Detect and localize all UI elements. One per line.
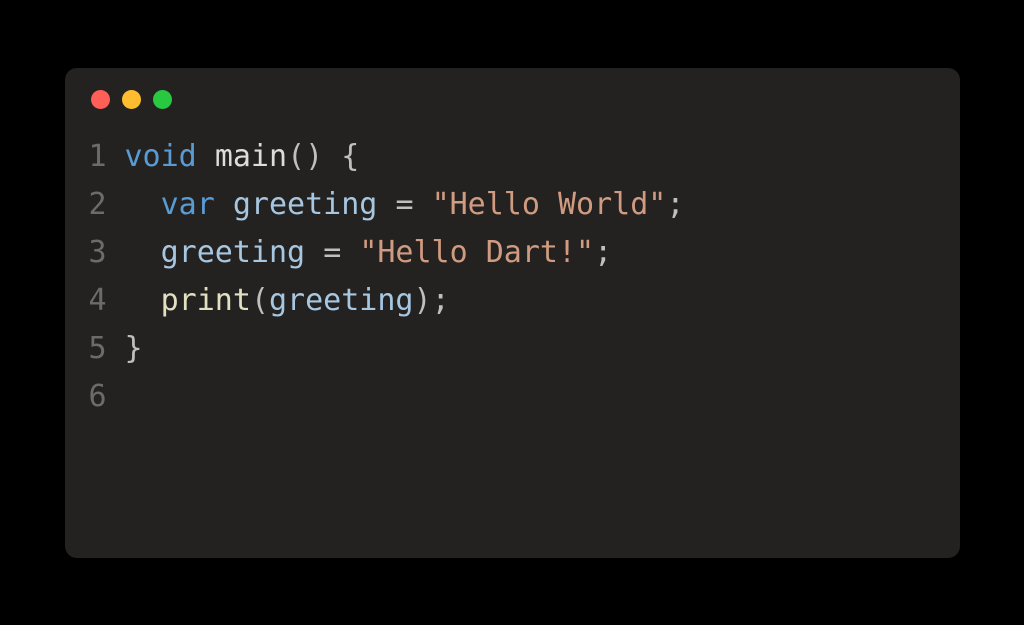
- minimize-icon[interactable]: [122, 90, 141, 109]
- line-content: var greeting = "Hello World";: [125, 181, 960, 229]
- indent: [125, 235, 161, 270]
- identifier-greeting: greeting: [233, 187, 378, 222]
- brace-close: }: [125, 331, 143, 366]
- code-line: 2 var greeting = "Hello World";: [65, 181, 960, 229]
- line-number: 3: [65, 229, 125, 277]
- code-editor-window: 1 void main() { 2 var greeting = "Hello …: [65, 68, 960, 558]
- code-line: 6: [65, 373, 960, 421]
- line-content: void main() {: [125, 133, 960, 181]
- line-number: 2: [65, 181, 125, 229]
- equals: =: [395, 187, 413, 222]
- keyword-void: void: [125, 139, 197, 174]
- line-content: }: [125, 325, 960, 373]
- semicolon: ;: [432, 283, 450, 318]
- code-line: 1 void main() {: [65, 133, 960, 181]
- space: [414, 187, 432, 222]
- space: [305, 235, 323, 270]
- equals: =: [323, 235, 341, 270]
- code-area[interactable]: 1 void main() { 2 var greeting = "Hello …: [65, 117, 960, 421]
- identifier-greeting: greeting: [161, 235, 306, 270]
- paren-open: (: [251, 283, 269, 318]
- line-number: 5: [65, 325, 125, 373]
- close-icon[interactable]: [91, 90, 110, 109]
- string-literal: "Hello Dart!": [359, 235, 594, 270]
- parentheses: (): [287, 139, 323, 174]
- line-content: greeting = "Hello Dart!";: [125, 229, 960, 277]
- paren-close: ): [414, 283, 432, 318]
- code-line: 4 print(greeting);: [65, 277, 960, 325]
- line-number: 1: [65, 133, 125, 181]
- line-number: 4: [65, 277, 125, 325]
- line-number: 6: [65, 373, 125, 421]
- zoom-icon[interactable]: [153, 90, 172, 109]
- semicolon: ;: [594, 235, 612, 270]
- space: [197, 139, 215, 174]
- indent: [125, 283, 161, 318]
- function-call-print: print: [161, 283, 251, 318]
- brace-open: {: [341, 139, 359, 174]
- identifier-greeting: greeting: [269, 283, 414, 318]
- line-content: print(greeting);: [125, 277, 960, 325]
- space: [377, 187, 395, 222]
- string-literal: "Hello World": [432, 187, 667, 222]
- indent: [125, 187, 161, 222]
- code-line: 3 greeting = "Hello Dart!";: [65, 229, 960, 277]
- semicolon: ;: [666, 187, 684, 222]
- space: [341, 235, 359, 270]
- keyword-var: var: [161, 187, 215, 222]
- window-titlebar: [65, 68, 960, 117]
- space: [215, 187, 233, 222]
- function-name: main: [215, 139, 287, 174]
- code-line: 5 }: [65, 325, 960, 373]
- line-content: [125, 373, 960, 421]
- space: [323, 139, 341, 174]
